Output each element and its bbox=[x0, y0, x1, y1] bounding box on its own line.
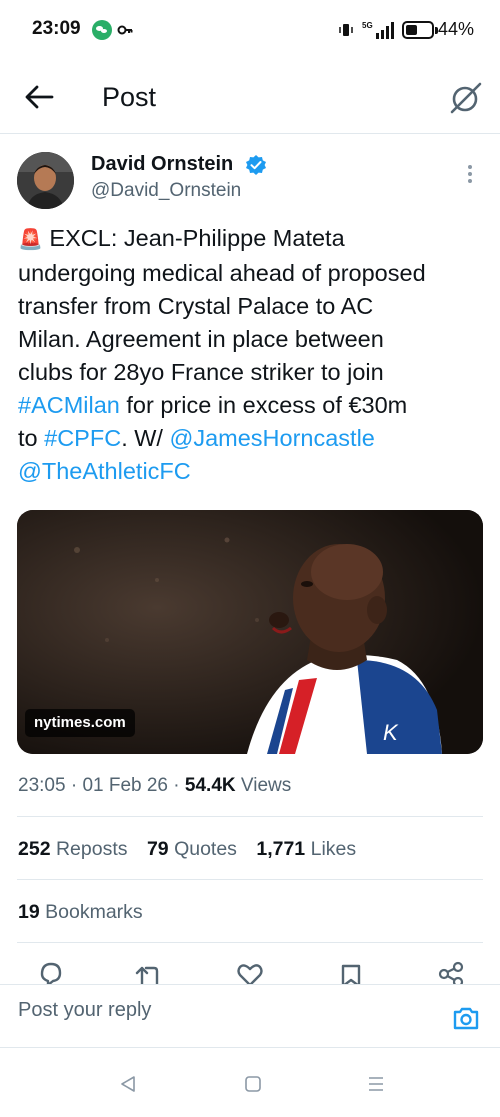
hashtag-acmilan-link[interactable]: #ACMilan bbox=[18, 392, 120, 418]
battery-level-fill bbox=[406, 25, 417, 35]
bookmarks-count: 19 bbox=[18, 901, 40, 923]
battery-percent: 44% bbox=[438, 19, 475, 39]
page-title: Post bbox=[102, 82, 157, 112]
back-triangle-icon[interactable] bbox=[118, 1074, 138, 1094]
quotes-stat[interactable]: 79 Quotes bbox=[147, 838, 237, 860]
likes-count: 1,771 bbox=[256, 838, 306, 860]
vibrate-icon bbox=[339, 24, 353, 36]
repost-icon[interactable] bbox=[134, 958, 164, 984]
siren-emoji-icon: 🚨 bbox=[18, 229, 43, 251]
likes-stat[interactable]: 1,771 Likes bbox=[256, 838, 356, 860]
reply-icon[interactable] bbox=[36, 958, 66, 984]
status-bar: 23:09 5G 44% bbox=[0, 0, 500, 62]
network-type-label: 5G bbox=[362, 21, 373, 30]
views-count: 54.4K bbox=[184, 775, 236, 796]
views-stat[interactable]: 54.4K Views bbox=[185, 775, 291, 796]
tweet-line: 🚨 EXCL: Jean-Philippe Mateta bbox=[18, 222, 488, 257]
verified-badge-icon bbox=[246, 155, 266, 175]
system-nav-bar bbox=[0, 1048, 500, 1117]
status-time: 23:09 bbox=[32, 18, 81, 39]
reposts-stat[interactable]: 252 Reposts bbox=[18, 838, 128, 860]
tweet-text: 🚨 EXCL: Jean-Philippe Mateta undergoing … bbox=[18, 222, 488, 488]
author-handle[interactable]: @David_Ornstein bbox=[91, 180, 241, 202]
share-icon[interactable] bbox=[436, 958, 466, 984]
views-label: Views bbox=[240, 775, 292, 796]
divider bbox=[17, 879, 483, 880]
like-icon[interactable] bbox=[235, 958, 265, 984]
bookmark-icon[interactable] bbox=[336, 958, 366, 984]
home-square-icon[interactable] bbox=[243, 1074, 263, 1094]
avatar-photo bbox=[17, 152, 74, 209]
avatar[interactable] bbox=[17, 152, 74, 209]
reply-bar bbox=[0, 984, 500, 1048]
reposts-count: 252 bbox=[18, 838, 51, 860]
quotes-count: 79 bbox=[146, 838, 169, 860]
grok-icon[interactable] bbox=[446, 78, 486, 118]
author-name[interactable]: David Ornstein bbox=[91, 153, 233, 176]
menu-lines-icon[interactable] bbox=[366, 1074, 386, 1094]
key-icon bbox=[117, 25, 133, 35]
battery-icon bbox=[402, 21, 438, 39]
engagement-stats: 252 Reposts 79 Quotes 1,771 Likes bbox=[18, 838, 370, 861]
post-meta: 23:05 · 01 Feb 26 · 54.4K Views bbox=[18, 775, 291, 797]
tweet-line: #ACMilan for price in excess of €30m bbox=[18, 389, 488, 422]
divider bbox=[17, 816, 483, 817]
bookmarks-label: Bookmarks bbox=[45, 901, 143, 923]
signal-icon: 5G bbox=[362, 21, 394, 39]
tweet-text-segment: EXCL: Jean-Philippe Mateta bbox=[42, 225, 345, 251]
media-source-label[interactable]: nytimes.com bbox=[25, 709, 135, 737]
hashtag-cpfc-link[interactable]: #CPFC bbox=[44, 425, 121, 451]
tweet-text-segment: to bbox=[18, 425, 45, 451]
reply-input[interactable] bbox=[18, 999, 418, 1022]
wechat-icon bbox=[92, 20, 112, 40]
top-header: Post bbox=[0, 62, 500, 134]
divider bbox=[17, 942, 483, 943]
more-options-icon[interactable] bbox=[462, 162, 478, 188]
tweet-line: Milan. Agreement in place between bbox=[18, 326, 384, 352]
tweet-line: clubs for 28yo France striker to join bbox=[18, 359, 384, 385]
reposts-label: Reposts bbox=[55, 838, 128, 860]
meta-separator: · bbox=[70, 775, 78, 796]
camera-icon[interactable] bbox=[452, 1005, 480, 1031]
quotes-label: Quotes bbox=[174, 838, 237, 860]
post-time: 23:05 bbox=[18, 775, 66, 796]
arrow-left-icon[interactable] bbox=[22, 82, 56, 112]
tweet-line: undergoing medical ahead of proposed bbox=[18, 260, 426, 286]
bookmarks-stat[interactable]: 19 Bookmarks bbox=[18, 901, 143, 924]
meta-separator: · bbox=[173, 775, 180, 796]
tweet-line: transfer from Crystal Palace to AC bbox=[18, 293, 374, 319]
tweet-line: to #CPFC. W/ @JamesHorncastle bbox=[18, 422, 488, 455]
tweet-line: @TheAthleticFC bbox=[18, 455, 488, 488]
likes-label: Likes bbox=[310, 838, 357, 860]
mention-theathleticfc-link[interactable]: @TheAthleticFC bbox=[18, 458, 191, 484]
tweet-text-segment: for price in excess of €30m bbox=[119, 392, 408, 418]
mention-jameshorncastle-link[interactable]: @JamesHorncastle bbox=[169, 425, 374, 451]
post-date: 01 Feb 26 bbox=[82, 775, 169, 796]
svg-text:K: K bbox=[383, 720, 399, 745]
action-row bbox=[0, 958, 500, 984]
tweet-text-segment: . W/ bbox=[121, 425, 170, 451]
